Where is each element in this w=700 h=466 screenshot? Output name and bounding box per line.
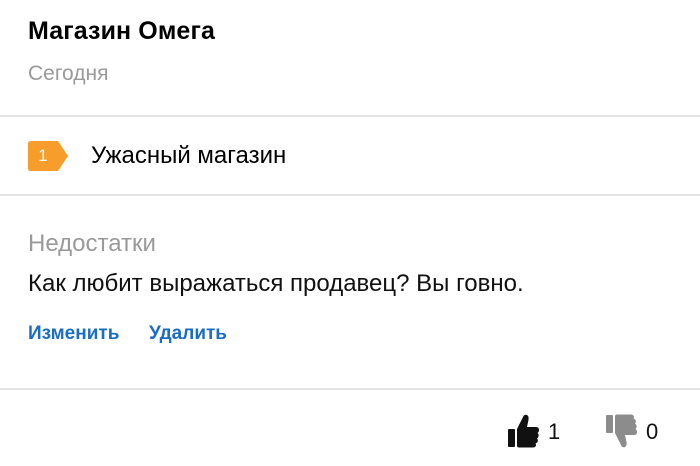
review-date: Сегодня (28, 62, 109, 85)
rating-value: 1 (38, 146, 48, 165)
delete-link[interactable]: Удалить (149, 323, 227, 345)
like-button[interactable]: 1 (508, 414, 568, 448)
edit-link[interactable]: Изменить (28, 323, 119, 345)
thumbs-down-icon (606, 414, 638, 448)
shop-name[interactable]: Магазин Омега (28, 17, 215, 46)
rating-title: Ужасный магазин (91, 142, 287, 169)
divider (0, 194, 700, 196)
divider (0, 115, 700, 117)
dislikes-count: 0 (646, 419, 659, 444)
cons-label: Недостатки (28, 230, 156, 257)
likes-count: 1 (548, 419, 561, 444)
rating-badge: 1 (28, 141, 68, 171)
cons-text: Как любит выражаться продавец? Вы говно. (28, 270, 524, 297)
divider (0, 388, 700, 390)
dislike-button[interactable]: 0 (606, 414, 666, 448)
thumbs-up-icon (508, 414, 540, 448)
